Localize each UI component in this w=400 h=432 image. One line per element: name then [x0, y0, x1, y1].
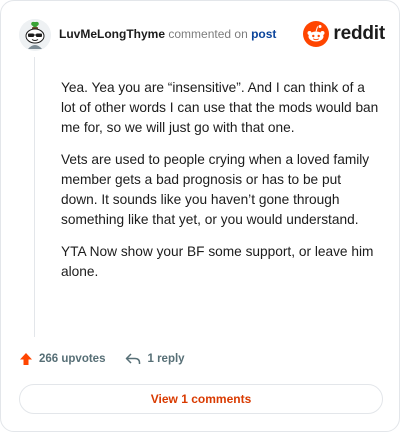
reddit-brand[interactable]: reddit: [303, 19, 385, 49]
reply-button[interactable]: 1 reply: [125, 352, 185, 366]
commented-on-text: commented on: [168, 27, 248, 41]
author-line: LuvMeLongThyme commented on post: [59, 27, 276, 41]
comment-body: Yea. Yea you are “insensitive”. And I ca…: [61, 78, 381, 294]
upvote-arrow-icon: [20, 353, 32, 365]
comment-actions: 266 upvotes 1 reply: [19, 349, 185, 369]
author-name[interactable]: LuvMeLongThyme: [59, 27, 165, 41]
comment-header: LuvMeLongThyme commented on post reddit: [19, 19, 385, 51]
thread-line: [34, 57, 35, 337]
reply-count: 1 reply: [147, 353, 185, 365]
upvote-button[interactable]: 266 upvotes: [19, 352, 105, 366]
comment-paragraph: Yea. Yea you are “insensitive”. And I ca…: [61, 80, 379, 135]
comment-paragraph: YTA Now show your BF some support, or le…: [61, 244, 374, 279]
reply-arrow-icon: [126, 353, 141, 364]
avatar[interactable]: [19, 19, 51, 51]
comment-card: LuvMeLongThyme commented on post reddit …: [0, 0, 400, 432]
view-comments-button[interactable]: View 1 comments: [19, 384, 383, 414]
post-link[interactable]: post: [251, 27, 276, 41]
reddit-logo-icon: [303, 21, 330, 47]
upvote-count: 266 upvotes: [39, 353, 106, 365]
reddit-wordmark: reddit: [333, 23, 385, 44]
snoo-avatar-icon: [19, 19, 51, 51]
comment-paragraph: Vets are used to people crying when a lo…: [61, 152, 370, 227]
